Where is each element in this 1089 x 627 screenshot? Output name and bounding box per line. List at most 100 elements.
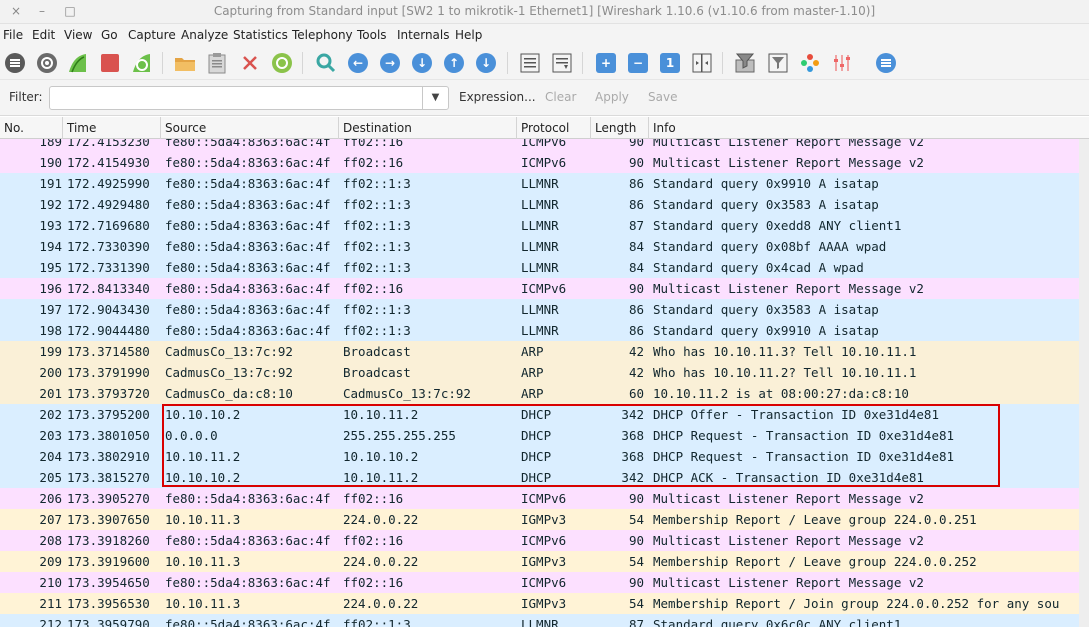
packet-row[interactable]: 204 173.3802910 10.10.11.2 10.10.10.2 DHCP 36…: [0, 446, 1079, 467]
restart-capture-icon[interactable]: [130, 51, 154, 75]
packet-row[interactable]: 194 172.7330390 fe80::5da4:8363:6ac:4f ff02…: [0, 236, 1079, 257]
zoom-out-icon[interactable]: −: [626, 51, 650, 75]
packet-list-scrollbar[interactable]: [1079, 139, 1089, 627]
menu-help[interactable]: Help: [455, 28, 482, 42]
packet-row[interactable]: 212 173.3959790 fe80::5da4:8363:6ac:4f ff02…: [0, 614, 1079, 627]
column-header-time[interactable]: Time: [63, 117, 161, 139]
toolbar-separator: [582, 52, 583, 74]
packet-number: 205: [39, 470, 62, 485]
packet-row[interactable]: 211 173.3956530 10.10.11.3 224.0.0.22 IGMPv3…: [0, 593, 1079, 614]
column-header-no[interactable]: No.: [0, 117, 63, 139]
packet-row[interactable]: 199 173.3714580 CadmusCo_13:7c:92 Broadcast…: [0, 341, 1079, 362]
packet-row[interactable]: 197 172.9043430 fe80::5da4:8363:6ac:4f ff02…: [0, 299, 1079, 320]
colorize-icon[interactable]: [518, 51, 542, 75]
expression-button[interactable]: Expression...: [459, 90, 536, 104]
packet-row[interactable]: 209 173.3919600 10.10.11.3 224.0.0.22 IGMPv3…: [0, 551, 1079, 572]
packet-row[interactable]: 196 172.8413340 fe80::5da4:8363:6ac:4f ff02…: [0, 278, 1079, 299]
menu-analyze[interactable]: Analyze: [181, 28, 228, 42]
menu-internals[interactable]: Internals: [397, 28, 450, 42]
start-capture-icon[interactable]: [66, 51, 90, 75]
help-icon[interactable]: [874, 51, 898, 75]
zoom-in-icon[interactable]: +: [594, 51, 618, 75]
menu-go[interactable]: Go: [101, 28, 118, 42]
go-back-icon[interactable]: ←: [346, 51, 370, 75]
packet-protocol: DHCP: [521, 470, 552, 485]
packet-row[interactable]: 202 173.3795200 10.10.10.2 10.10.11.2 DHCP 34…: [0, 404, 1079, 425]
toolbar-separator: [162, 52, 163, 74]
packet-destination: ff02::1:3: [343, 218, 411, 233]
menu-telephony[interactable]: Telephony: [292, 28, 353, 42]
packet-info: Standard query 0x9910 A isatap: [653, 323, 879, 338]
packet-row[interactable]: 192 172.4929480 fe80::5da4:8363:6ac:4f ff02…: [0, 194, 1079, 215]
display-filters-icon[interactable]: [766, 51, 790, 75]
packet-row[interactable]: 198 172.9044480 fe80::5da4:8363:6ac:4f ff02…: [0, 320, 1079, 341]
save-button[interactable]: Save: [648, 90, 677, 104]
column-header-destination[interactable]: Destination: [339, 117, 517, 139]
column-header-protocol[interactable]: Protocol: [517, 117, 591, 139]
go-to-packet-icon[interactable]: ↓: [410, 51, 434, 75]
maximize-window-icon[interactable]: □: [62, 3, 78, 19]
menu-tools[interactable]: Tools: [357, 28, 387, 42]
chevron-down-icon[interactable]: ▼: [422, 87, 448, 109]
packet-length: 84: [628, 260, 644, 275]
minimize-window-icon[interactable]: –: [34, 3, 50, 19]
packet-row[interactable]: 207 173.3907650 10.10.11.3 224.0.0.22 IGMPv3…: [0, 509, 1079, 530]
packet-row[interactable]: 208 173.3918260 fe80::5da4:8363:6ac:4f ff02…: [0, 530, 1079, 551]
preferences-icon[interactable]: [830, 51, 854, 75]
packet-row[interactable]: 193 172.7169680 fe80::5da4:8363:6ac:4f ff02…: [0, 215, 1079, 236]
close-window-icon[interactable]: ×: [8, 3, 24, 19]
menu-statistics[interactable]: Statistics: [233, 28, 288, 42]
capture-options-icon[interactable]: [35, 51, 59, 75]
open-file-icon[interactable]: [173, 51, 197, 75]
find-packet-icon[interactable]: [314, 51, 338, 75]
packet-row[interactable]: 210 173.3954650 fe80::5da4:8363:6ac:4f ff02…: [0, 572, 1079, 593]
packet-time: 172.7330390: [67, 239, 150, 254]
resize-columns-icon[interactable]: [690, 51, 714, 75]
normal-size-icon[interactable]: 1: [658, 51, 682, 75]
column-header-info[interactable]: Info: [649, 117, 1089, 139]
packet-number: 207: [39, 512, 62, 527]
menu-capture[interactable]: Capture: [128, 28, 176, 42]
stop-capture-icon[interactable]: [98, 51, 122, 75]
clear-button[interactable]: Clear: [545, 90, 576, 104]
menu-view[interactable]: View: [64, 28, 92, 42]
packet-row[interactable]: 195 172.7331390 fe80::5da4:8363:6ac:4f ff02…: [0, 257, 1079, 278]
packet-row[interactable]: 201 173.3793720 CadmusCo_da:c8:10 CadmusCo_…: [0, 383, 1079, 404]
save-file-icon[interactable]: [205, 51, 229, 75]
packet-protocol: LLMNR: [521, 239, 559, 254]
auto-scroll-icon[interactable]: [550, 51, 574, 75]
packet-protocol: ARP: [521, 365, 544, 380]
packet-row[interactable]: 189 172.4153230 fe80::5da4:8363:6ac:4f ff02…: [0, 139, 1079, 152]
interfaces-icon[interactable]: [3, 51, 27, 75]
packet-protocol: LLMNR: [521, 218, 559, 233]
packet-protocol: LLMNR: [521, 617, 559, 627]
packet-number: 202: [39, 407, 62, 422]
packet-destination: ff02::1:3: [343, 239, 411, 254]
close-file-icon[interactable]: [238, 51, 262, 75]
packet-time: 172.4925990: [67, 176, 150, 191]
coloring-rules-icon[interactable]: [798, 51, 822, 75]
packet-time: 173.3793720: [67, 386, 150, 401]
display-filter-input[interactable]: [54, 90, 414, 106]
capture-filters-icon[interactable]: [733, 51, 757, 75]
packet-time: 172.8413340: [67, 281, 150, 296]
menu-file[interactable]: File: [3, 28, 23, 42]
go-first-icon[interactable]: ↑: [442, 51, 466, 75]
menu-edit[interactable]: Edit: [32, 28, 55, 42]
packet-row[interactable]: 205 173.3815270 10.10.10.2 10.10.11.2 DHCP 34…: [0, 467, 1079, 488]
column-header-length[interactable]: Length: [591, 117, 649, 139]
packet-row[interactable]: 200 173.3791990 CadmusCo_13:7c:92 Broadcast…: [0, 362, 1079, 383]
packet-number: 189: [39, 139, 62, 149]
packet-row[interactable]: 203 173.3801050 0.0.0.0 255.255.255.255 DHCP…: [0, 425, 1079, 446]
packet-row[interactable]: 206 173.3905270 fe80::5da4:8363:6ac:4f ff02…: [0, 488, 1079, 509]
filter-combo[interactable]: ▼: [49, 86, 449, 110]
apply-button[interactable]: Apply: [595, 90, 629, 104]
reload-icon[interactable]: [270, 51, 294, 75]
packet-protocol: DHCP: [521, 449, 552, 464]
go-last-icon[interactable]: ↓: [474, 51, 498, 75]
column-header-source[interactable]: Source: [161, 117, 339, 139]
go-forward-icon[interactable]: →: [378, 51, 402, 75]
packet-destination: ff02::16: [343, 281, 404, 296]
packet-row[interactable]: 191 172.4925990 fe80::5da4:8363:6ac:4f ff02…: [0, 173, 1079, 194]
packet-row[interactable]: 190 172.4154930 fe80::5da4:8363:6ac:4f ff02…: [0, 152, 1079, 173]
